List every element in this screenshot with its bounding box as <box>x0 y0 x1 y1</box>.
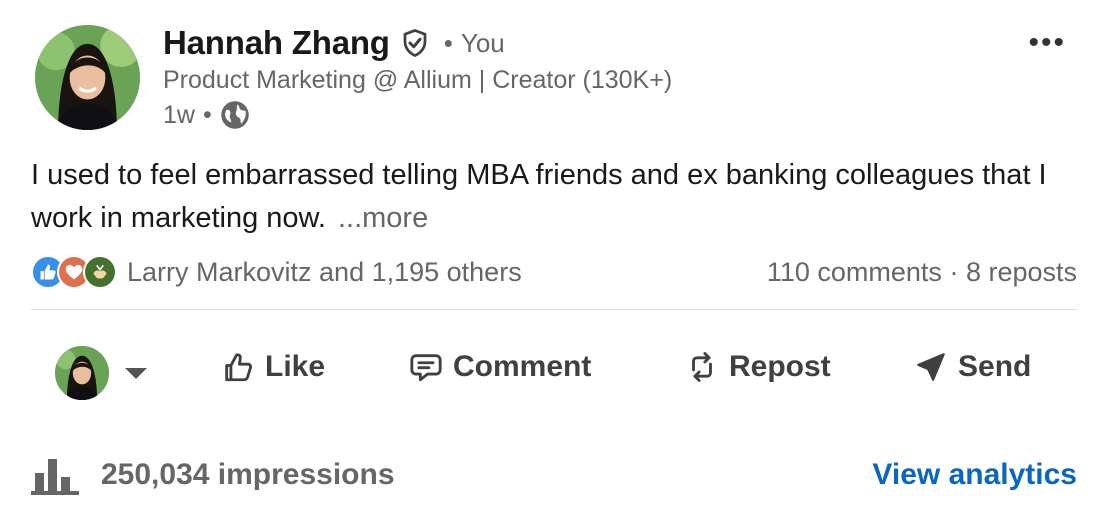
like-label: Like <box>265 350 326 383</box>
repost-label: Repost <box>729 350 831 383</box>
comment-icon <box>410 354 442 382</box>
impressions-count: 250,034 impressions <box>101 458 395 491</box>
post-text-container: I used to feel embarrassed telling MBA f… <box>31 154 1091 240</box>
view-analytics-link[interactable]: View analytics <box>872 458 1077 492</box>
like-button[interactable]: Like <box>221 350 325 384</box>
author-relation: You <box>460 27 505 58</box>
more-options-icon[interactable]: ••• <box>1028 26 1066 60</box>
chevron-down-icon <box>125 367 147 379</box>
reactors-text[interactable]: Larry Markovitz and 1,195 others <box>127 257 522 288</box>
divider <box>31 309 1077 310</box>
bar-chart-icon <box>31 459 79 495</box>
support-reaction-icon <box>83 255 117 289</box>
actor-switcher[interactable] <box>55 346 147 400</box>
actor-avatar <box>55 346 109 400</box>
globe-icon <box>220 101 249 129</box>
like-icon <box>225 353 253 382</box>
comment-button[interactable]: Comment <box>409 350 591 384</box>
see-more-link[interactable]: ...more <box>338 202 428 234</box>
post-text: I used to feel embarrassed telling MBA f… <box>31 159 1047 234</box>
post-time: 1w <box>163 100 195 129</box>
reactions-summary[interactable]: Larry Markovitz and 1,195 others <box>31 255 522 289</box>
repost-icon <box>692 352 712 382</box>
separator-dot: · <box>949 256 966 287</box>
author-headline: Product Marketing @ Allium | Creator (13… <box>163 66 673 94</box>
send-icon <box>917 353 945 381</box>
author-name[interactable]: Hannah Zhang <box>163 24 390 62</box>
send-label: Send <box>958 350 1032 383</box>
comments-count[interactable]: 110 comments <box>767 257 942 287</box>
send-button[interactable]: Send <box>914 350 1031 384</box>
separator-dot: • <box>443 27 453 58</box>
author-avatar[interactable] <box>35 25 140 130</box>
separator-dot: • <box>202 100 212 129</box>
repost-button[interactable]: Repost <box>685 350 831 384</box>
verified-shield-icon <box>403 29 427 58</box>
action-bar: Like Comment Repost Send <box>31 340 1077 406</box>
reposts-count[interactable]: 8 reposts <box>966 257 1077 287</box>
comment-label: Comment <box>453 350 592 383</box>
